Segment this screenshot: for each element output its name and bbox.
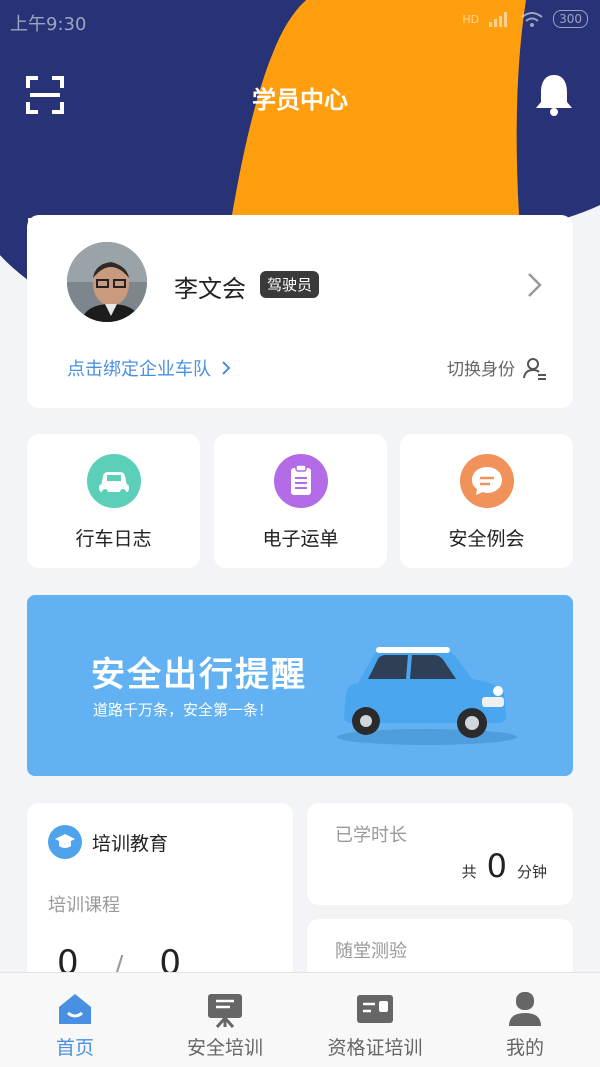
bell-icon[interactable] bbox=[534, 72, 574, 116]
tab-mine[interactable]: 我的 bbox=[450, 973, 600, 1067]
chat-icon bbox=[460, 454, 514, 508]
profile-card[interactable]: 李文会 驾驶员 点击绑定企业车队 切换身份 bbox=[27, 215, 573, 408]
quick-action-label: 安全例会 bbox=[448, 528, 525, 550]
home-icon bbox=[59, 994, 91, 1024]
certificate-icon bbox=[357, 995, 393, 1023]
study-time-number: 0 bbox=[486, 847, 507, 885]
network-type: HD bbox=[462, 12, 480, 26]
banner-title: 安全出行提醒 bbox=[91, 655, 307, 695]
user-icon bbox=[509, 992, 541, 1026]
study-time-value: 共 0 分钟 bbox=[462, 847, 547, 885]
switch-identity-label: 切换身份 bbox=[447, 360, 515, 380]
chevron-right-icon[interactable] bbox=[525, 271, 545, 299]
quiz-title: 随堂测验 bbox=[335, 941, 407, 962]
course-label: 培训课程 bbox=[48, 895, 120, 916]
graduation-cap-icon bbox=[48, 825, 82, 859]
signal-icon bbox=[489, 12, 508, 27]
quick-action-safety-meeting[interactable]: 安全例会 bbox=[400, 434, 573, 568]
study-time-prefix: 共 bbox=[461, 863, 477, 881]
training-header: 培训教育 bbox=[48, 825, 168, 859]
banner-subtitle: 道路千万条，安全第一条！ bbox=[93, 701, 274, 719]
avatar-photo bbox=[67, 242, 147, 322]
tab-label: 安全培训 bbox=[186, 1037, 263, 1059]
page-title: 学员中心 bbox=[252, 86, 348, 114]
car-illustration bbox=[337, 647, 517, 745]
bind-fleet-link[interactable]: 点击绑定企业车队 bbox=[67, 355, 231, 381]
wifi-icon bbox=[521, 12, 543, 27]
tab-safety-training[interactable]: 安全培训 bbox=[150, 973, 300, 1067]
status-indicators: HD 300 bbox=[462, 10, 588, 28]
tab-label: 资格证培训 bbox=[327, 1037, 423, 1059]
status-time: 上午9:30 bbox=[10, 14, 87, 35]
study-time-title: 已学时长 bbox=[335, 825, 407, 846]
training-board-icon bbox=[208, 994, 242, 1028]
switch-user-icon bbox=[523, 357, 546, 380]
tab-label: 首页 bbox=[55, 1037, 94, 1059]
quick-action-label: 行车日志 bbox=[75, 528, 152, 550]
user-name: 李文会 bbox=[174, 275, 246, 303]
safety-banner[interactable]: 安全出行提醒 道路千万条，安全第一条！ bbox=[27, 595, 573, 776]
status-bar: 上午9:30 HD 300 bbox=[0, 0, 600, 42]
top-bar: 学员中心 bbox=[0, 68, 600, 124]
quick-action-label: 电子运单 bbox=[262, 528, 339, 550]
bind-fleet-label: 点击绑定企业车队 bbox=[67, 359, 211, 380]
quick-action-driving-log[interactable]: 行车日志 bbox=[27, 434, 200, 568]
battery-indicator: 300 bbox=[553, 10, 588, 28]
bottom-tab-bar: 首页 安全培训 资格证培训 我的 bbox=[0, 972, 600, 1067]
training-title: 培训教育 bbox=[92, 832, 169, 855]
study-time-card[interactable]: 已学时长 共 0 分钟 bbox=[307, 803, 573, 905]
chevron-right-icon bbox=[222, 361, 231, 375]
quick-action-e-waybill[interactable]: 电子运单 bbox=[214, 434, 387, 568]
study-time-unit: 分钟 bbox=[516, 863, 547, 881]
avatar[interactable] bbox=[67, 242, 147, 322]
tab-label: 我的 bbox=[505, 1037, 544, 1059]
tab-certificate-training[interactable]: 资格证培训 bbox=[300, 973, 450, 1067]
tab-home[interactable]: 首页 bbox=[0, 973, 150, 1067]
car-icon bbox=[87, 454, 141, 508]
switch-identity-button[interactable]: 切换身份 bbox=[447, 355, 547, 380]
role-badge: 驾驶员 bbox=[260, 271, 320, 298]
clipboard-icon bbox=[274, 454, 328, 508]
